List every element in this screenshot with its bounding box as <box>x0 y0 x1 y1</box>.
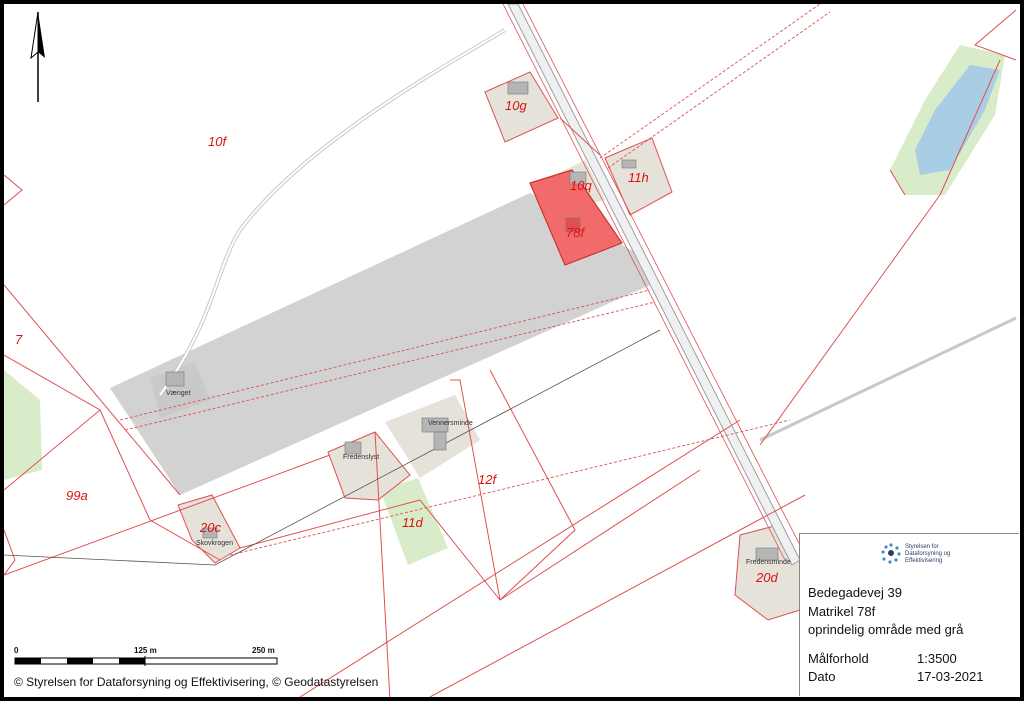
parcel-label-10g: 10g <box>505 98 527 113</box>
parcel-label-12f: 12f <box>478 472 497 487</box>
place-fredensminde: Fredensminde <box>746 559 791 566</box>
agency-logo-text: Styrelsen for Dataforsyning og Effektivi… <box>905 544 951 564</box>
parcel-label-7: 7 <box>15 332 23 347</box>
scale-bar-graphic <box>14 656 278 666</box>
scale-end: 250 m <box>252 646 275 655</box>
place-fredenslyst: Fredenslyst <box>343 454 380 461</box>
info-scale-value: 1:3500 <box>917 651 957 666</box>
parcel-label-10q: 10q <box>570 178 592 193</box>
parcel-label-20c: 20c <box>200 520 221 535</box>
info-date-value: 17-03-2021 <box>917 669 984 684</box>
parcel-label-78f: 78f <box>566 225 585 240</box>
agency-logo-icon <box>881 543 901 564</box>
place-skovkrogen: Skovkrogen <box>196 540 233 547</box>
scale-mid: 125 m <box>134 646 157 655</box>
north-arrow-icon <box>30 11 45 102</box>
parcel-label-20d: 20d <box>756 570 778 585</box>
place-vaenget: Vænget <box>166 390 191 397</box>
info-date-label: Dato <box>808 669 836 684</box>
parcel-label-11h: 11h <box>628 170 649 185</box>
scale-zero: 0 <box>14 646 19 655</box>
place-vennersminde: Vennersminde <box>428 420 473 427</box>
info-scale-label: Målforhold <box>808 651 869 666</box>
info-box: Styrelsen for Dataforsyning og Effektivi… <box>799 533 1019 696</box>
copyright-text: © Styrelsen for Dataforsyning og Effekti… <box>14 675 379 689</box>
info-address: Bedegadevej 39 <box>808 585 902 600</box>
info-parcel: Matrikel 78f <box>808 604 876 619</box>
scale-bar: 0 125 m 250 m <box>14 646 279 668</box>
info-note: oprindelig område med grå <box>808 622 964 637</box>
parcel-label-10f: 10f <box>208 134 227 149</box>
parcel-label-11d: 11d <box>402 515 423 530</box>
road-east <box>759 316 1017 442</box>
parcel-label-99a: 99a <box>66 488 88 503</box>
